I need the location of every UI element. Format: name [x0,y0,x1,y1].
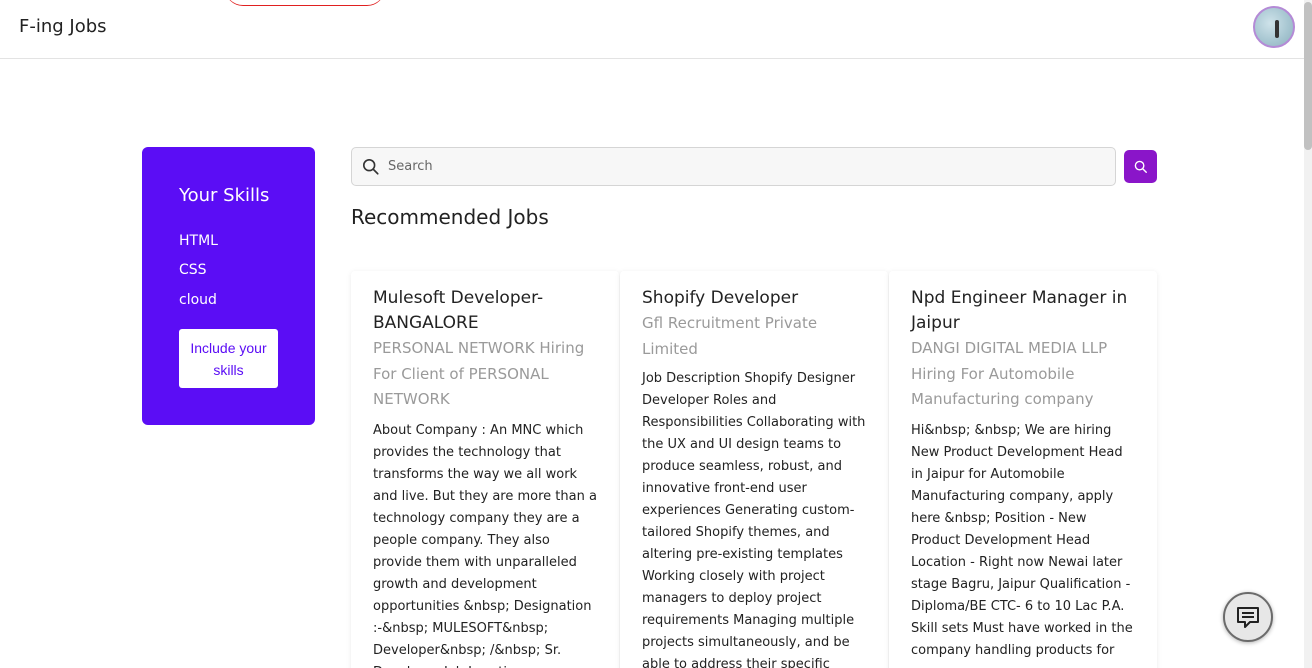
annotation-arc [225,0,385,6]
job-title[interactable]: Npd Engineer Manager in Jaipur [911,286,1141,336]
job-card[interactable]: Shopify Developer Gfl Recruitment Privat… [620,271,888,668]
skills-title: Your Skills [179,185,270,206]
job-description: Hi&nbsp; &nbsp; We are hiring New Produc… [911,423,1133,658]
job-company: DANGI DIGITAL MEDIA LLP Hiring For Autom… [911,339,1108,408]
job-company: Gfl Recruitment Private Limited [642,314,818,358]
skill-item: cloud [179,292,217,308]
skill-item: HTML [179,233,218,249]
job-title[interactable]: Mulesoft Developer-BANGALORE [373,286,603,336]
chat-icon [1237,607,1259,628]
job-card[interactable]: Npd Engineer Manager in Jaipur DANGI DIG… [889,271,1157,668]
job-company: PERSONAL NETWORK Hiring For Client of PE… [373,339,585,408]
skills-panel: Your Skills HTML CSS cloud Include your … [142,147,315,425]
search-icon [1134,160,1147,173]
user-avatar[interactable] [1253,6,1295,48]
top-navbar: F-ing Jobs [0,0,1304,59]
search-button[interactable] [1124,150,1157,183]
search-input[interactable] [388,148,1108,185]
job-description: About Company : An MNC which provides th… [373,423,597,668]
job-card[interactable]: Mulesoft Developer-BANGALORE PERSONAL NE… [351,271,619,668]
avatar-figure-icon [1275,20,1279,38]
search-icon [362,158,379,175]
job-title[interactable]: Shopify Developer [642,286,872,311]
skill-item: CSS [179,262,207,278]
search-box [351,147,1116,186]
job-description: Job Description Shopify Designer Develop… [642,371,866,668]
include-skills-button[interactable]: Include your skills [179,329,278,388]
scrollbar-thumb[interactable] [1304,2,1312,150]
brand-logo[interactable]: F-ing Jobs [19,16,107,37]
recommended-jobs-title: Recommended Jobs [351,205,549,229]
page-scrollbar[interactable] [1304,0,1312,668]
chat-button[interactable] [1223,592,1273,642]
